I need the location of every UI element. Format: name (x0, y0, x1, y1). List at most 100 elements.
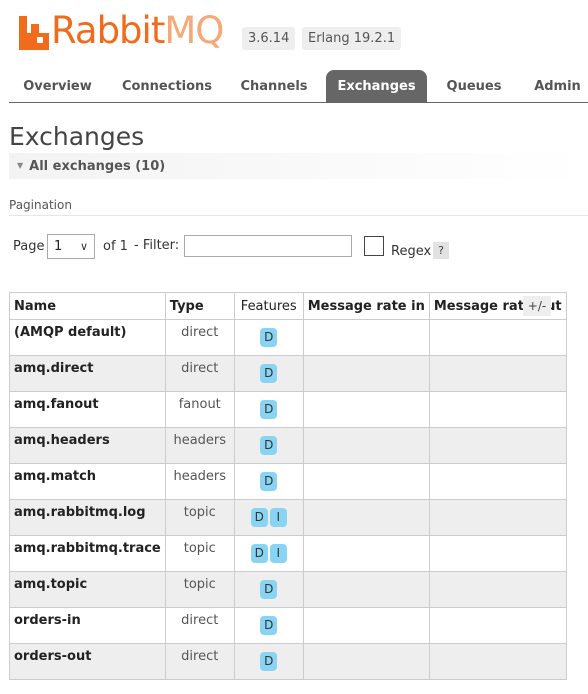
main-nav-tabs: Overview Connections Channels Exchanges … (9, 70, 588, 103)
column-header-type: Type (164, 292, 235, 320)
exchange-name-link[interactable]: amq.direct (9, 355, 166, 392)
message-rate-out (428, 427, 567, 464)
exchange-name-link[interactable]: amq.headers (9, 427, 166, 464)
section-title: All exchanges (10) (29, 159, 166, 174)
message-rate-in (302, 391, 430, 428)
exchange-type: direct (164, 607, 235, 644)
message-rate-in (302, 643, 430, 680)
feature-durable-tag: D (260, 580, 278, 599)
exchange-name-link[interactable]: amq.match (9, 463, 166, 500)
table-row: amq.fanout fanout D (9, 391, 567, 428)
tab-admin[interactable]: Admin (527, 70, 588, 103)
page-select[interactable]: 1 ∨ (47, 234, 95, 259)
filter-input[interactable] (184, 235, 352, 257)
exchange-name-link[interactable]: amq.rabbitmq.log (9, 499, 166, 536)
filter-label: - Filter: (134, 238, 180, 253)
pagination-label: Pagination (9, 198, 72, 212)
exchange-type: topic (164, 571, 235, 608)
exchange-features: D (233, 643, 304, 680)
message-rate-out (428, 355, 567, 392)
message-rate-in (302, 463, 430, 500)
table-row: orders-in direct D (9, 607, 567, 644)
message-rate-in (302, 571, 430, 608)
tab-exchanges[interactable]: Exchanges (326, 70, 427, 103)
feature-internal-tag: I (269, 544, 287, 563)
feature-internal-tag: I (269, 508, 287, 527)
exchange-type: direct (164, 355, 235, 392)
exchange-name-link[interactable]: amq.topic (9, 571, 166, 608)
message-rate-in (302, 319, 430, 356)
feature-durable-tag: D (260, 616, 278, 635)
message-rate-in (302, 607, 430, 644)
logo-text-mq: MQ (164, 9, 224, 52)
regex-label: Regex (391, 244, 432, 259)
exchange-features: D (233, 319, 304, 356)
message-rate-out (428, 499, 567, 536)
all-exchanges-section-toggle[interactable]: ▼ All exchanges (10) (9, 153, 588, 179)
feature-durable-tag: D (260, 328, 278, 347)
table-row: amq.topic topic D (9, 571, 567, 608)
exchanges-table: Name Type Features Message rate in Messa… (9, 292, 567, 680)
feature-durable-tag: D (250, 508, 268, 527)
logo-text-rabbit: Rabbit (51, 9, 165, 52)
table-row: amq.match headers D (9, 463, 567, 500)
tab-connections[interactable]: Connections (114, 70, 220, 103)
message-rate-out (428, 319, 567, 356)
logo-text: RabbitMQ (51, 9, 224, 52)
exchange-name-link[interactable]: amq.fanout (9, 391, 166, 428)
rabbitmq-logo-icon (19, 16, 49, 50)
exchange-type: headers (164, 463, 235, 500)
regex-help-button[interactable]: ? (433, 242, 449, 259)
message-rate-out (428, 643, 567, 680)
exchange-features: D (233, 463, 304, 500)
table-row: amq.rabbitmq.trace topic D I (9, 535, 567, 572)
column-header-name: Name (9, 292, 166, 320)
message-rate-in (302, 535, 430, 572)
table-row: amq.direct direct D (9, 355, 567, 392)
message-rate-in (302, 355, 430, 392)
exchange-type: direct (164, 319, 235, 356)
erlang-version-badge: Erlang 19.2.1 (302, 27, 402, 50)
exchange-features: D (233, 391, 304, 428)
rabbitmq-logo: RabbitMQ (19, 9, 224, 52)
collapse-triangle-icon: ▼ (17, 161, 24, 170)
divider (9, 215, 588, 216)
exchange-name-link[interactable]: amq.rabbitmq.trace (9, 535, 166, 572)
table-header-row: Name Type Features Message rate in Messa… (9, 292, 567, 320)
column-header-rate-in: Message rate in (302, 292, 430, 320)
exchange-features: D (233, 571, 304, 608)
feature-durable-tag: D (250, 544, 268, 563)
exchange-type: topic (164, 535, 235, 572)
page-title: Exchanges (9, 122, 145, 151)
version-badge: 3.6.14 (242, 27, 296, 50)
tab-queues[interactable]: Queues (437, 70, 511, 103)
feature-durable-tag: D (260, 472, 278, 491)
exchange-name-link[interactable]: (AMQP default) (9, 319, 166, 356)
exchange-type: fanout (164, 391, 235, 428)
column-header-features: Features (233, 292, 304, 320)
page-count-label: of 1 (103, 239, 128, 254)
exchange-type: direct (164, 643, 235, 680)
table-row: amq.rabbitmq.log topic D I (9, 499, 567, 536)
message-rate-out (428, 535, 567, 572)
feature-durable-tag: D (260, 652, 278, 671)
exchange-features: D (233, 427, 304, 464)
message-rate-out (428, 571, 567, 608)
toggle-columns-button[interactable]: +/- (523, 296, 551, 316)
message-rate-in (302, 427, 430, 464)
exchange-features: D (233, 355, 304, 392)
regex-checkbox[interactable] (364, 236, 384, 256)
page-label: Page (13, 239, 45, 254)
exchange-name-link[interactable]: orders-in (9, 607, 166, 644)
table-row: (AMQP default) direct D (9, 319, 567, 356)
message-rate-in (302, 499, 430, 536)
exchange-features: DI (233, 535, 304, 572)
message-rate-out (428, 463, 567, 500)
message-rate-out (428, 607, 567, 644)
tab-overview[interactable]: Overview (9, 70, 106, 103)
feature-durable-tag: D (260, 436, 278, 455)
table-row: amq.headers headers D (9, 427, 567, 464)
page-select-value: 1 (54, 239, 63, 254)
tab-channels[interactable]: Channels (230, 70, 318, 103)
exchange-name-link[interactable]: orders-out (9, 643, 166, 680)
